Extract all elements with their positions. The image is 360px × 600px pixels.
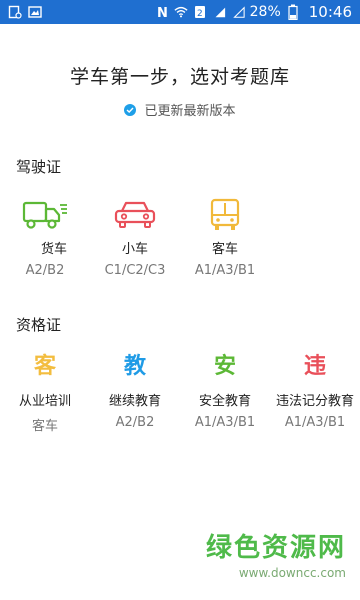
passenger-glyph-icon: 客 [33,354,56,379]
license-bus-classes: A1/A3/B1 [194,263,256,278]
car-icon [90,198,180,232]
license-car[interactable]: 小车 C1/C2/C3 [90,198,180,278]
qual-continuing-education-sub: A2/B2 [115,415,155,430]
bus-icon [180,198,270,232]
license-truck-label: 货车 [40,242,67,257]
signal-2g-icon [231,5,245,19]
wifi-icon [174,5,188,19]
qual-passenger-training-sub: 客车 [31,419,58,434]
qual-safety-education-label: 安全教育 [198,394,251,409]
safety-glyph-icon: 安 [213,354,236,379]
watermark: 绿色资源网 www.downcc.com [206,527,346,580]
update-status-text: 已更新最新版本 [144,104,236,119]
qual-continuing-education[interactable]: 教 继续教育 A2/B2 [90,350,180,430]
svg-text:N: N [157,6,168,19]
signal-3g-icon [212,5,226,19]
qual-safety-education[interactable]: 安 安全教育 A1/A3/B1 [180,350,270,430]
svg-text:2: 2 [197,9,203,19]
sync-notification-icon [8,5,22,19]
driving-license-title: 驾驶证 [16,158,62,176]
license-truck-classes: A2/B2 [25,263,65,278]
qualification-title: 资格证 [16,316,62,334]
qual-violation-points-education-label: 违法记分教育 [275,394,354,409]
qual-violation-points-education-sub: A1/A3/B1 [284,415,346,430]
qual-passenger-training[interactable]: 客 从业培训 客车 [0,350,90,434]
qual-violation-points-education[interactable]: 违 违法记分教育 A1/A3/B1 [270,350,360,430]
watermark-url: www.downcc.com [238,566,346,580]
qual-continuing-education-label: 继续教育 [108,394,161,409]
truck-icon [0,198,90,232]
sim2-icon: 2 [193,5,207,19]
license-bus-label: 客车 [211,242,238,257]
update-status: 已更新最新版本 [0,100,360,119]
violation-glyph-icon: 违 [303,354,326,379]
clock: 10:46 [308,3,352,21]
status-bar: N 2 28% 10:46 [0,0,360,24]
page-headline: 学车第一步，选对考题库 [69,66,290,88]
qual-passenger-training-label: 从业培训 [18,394,71,409]
battery-icon [286,4,300,20]
education-glyph-icon: 教 [123,354,146,379]
nfc-icon: N [155,5,169,19]
license-car-classes: C1/C2/C3 [104,263,166,278]
battery-percent: 28% [249,4,281,20]
image-notification-icon [28,5,42,19]
qual-safety-education-sub: A1/A3/B1 [194,415,256,430]
license-bus[interactable]: 客车 A1/A3/B1 [180,198,270,278]
license-car-label: 小车 [121,242,148,257]
license-truck[interactable]: 货车 A2/B2 [0,198,90,278]
check-icon [124,103,137,116]
watermark-main: 绿色资源网 [205,533,346,563]
